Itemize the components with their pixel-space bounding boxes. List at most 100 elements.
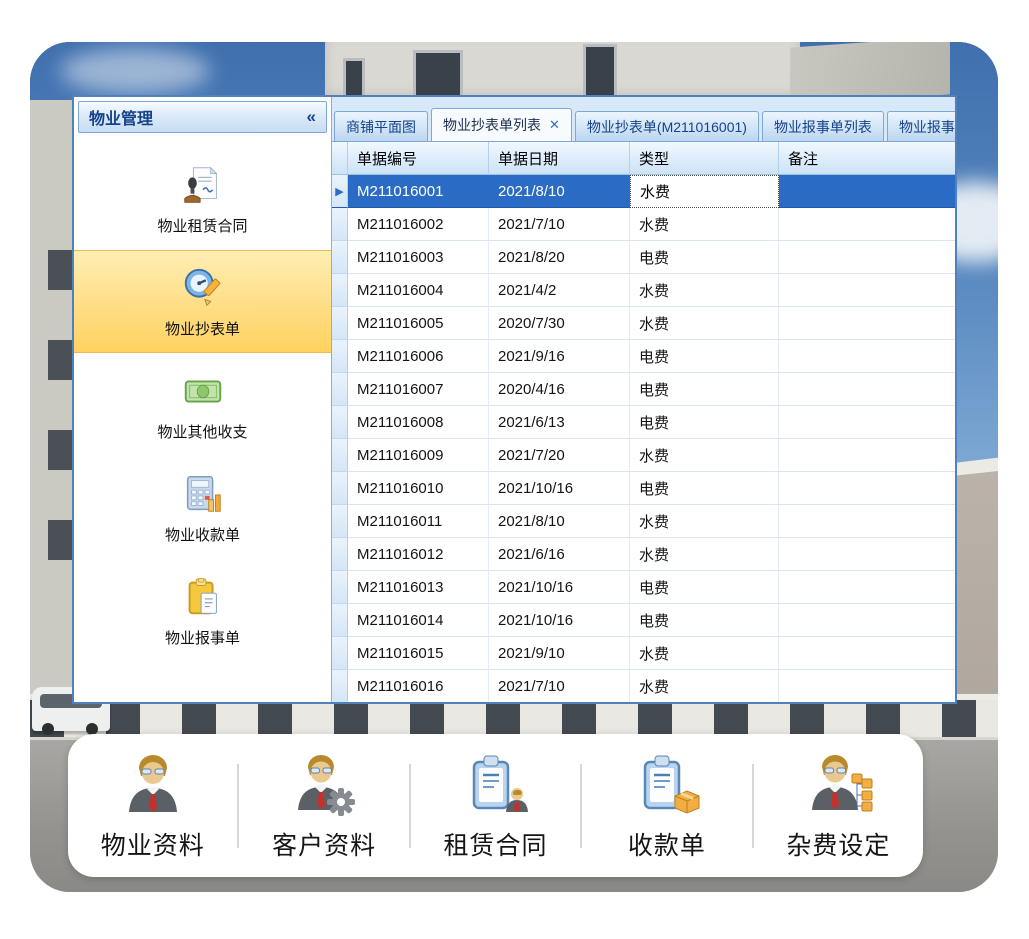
sidebar-item-2[interactable]: 物业抄表单: [74, 250, 331, 353]
cell-类型[interactable]: 水费: [630, 208, 779, 241]
table-row[interactable]: M2110160112021/8/10水费: [332, 505, 955, 538]
tab-1[interactable]: 商铺平面图: [334, 111, 428, 141]
cell-备注[interactable]: [779, 175, 955, 208]
cell-类型[interactable]: 水费: [630, 307, 779, 340]
cell-单据编号[interactable]: M211016010: [348, 472, 489, 505]
cell-类型[interactable]: 水费: [630, 538, 779, 571]
cell-单据编号[interactable]: M211016008: [348, 406, 489, 439]
cell-备注[interactable]: [779, 670, 955, 702]
cell-单据日期[interactable]: 2021/6/13: [489, 406, 630, 439]
cell-备注[interactable]: [779, 340, 955, 373]
toolbar-item-2[interactable]: 客户资料: [239, 734, 408, 877]
cell-类型[interactable]: 电费: [630, 472, 779, 505]
collapse-sidebar-button[interactable]: «: [307, 107, 316, 127]
cell-类型[interactable]: 电费: [630, 406, 779, 439]
cell-单据编号[interactable]: M211016007: [348, 373, 489, 406]
cell-单据日期[interactable]: 2021/10/16: [489, 472, 630, 505]
cell-单据编号[interactable]: M211016012: [348, 538, 489, 571]
cell-类型[interactable]: 电费: [630, 241, 779, 274]
cell-备注[interactable]: [779, 505, 955, 538]
column-header-3[interactable]: 类型: [630, 142, 779, 175]
toolbar-item-5[interactable]: 杂费设定: [754, 734, 923, 877]
cell-单据编号[interactable]: M211016015: [348, 637, 489, 670]
cell-单据编号[interactable]: M211016003: [348, 241, 489, 274]
toolbar-item-4[interactable]: 收款单: [582, 734, 751, 877]
cell-单据日期[interactable]: 2021/7/10: [489, 208, 630, 241]
cell-单据日期[interactable]: 2020/7/30: [489, 307, 630, 340]
cell-类型[interactable]: 水费: [630, 439, 779, 472]
cell-单据日期[interactable]: 2021/7/20: [489, 439, 630, 472]
cell-类型[interactable]: 水费: [630, 670, 779, 702]
cell-备注[interactable]: [779, 571, 955, 604]
table-row[interactable]: M2110160042021/4/2水费: [332, 274, 955, 307]
column-header-1[interactable]: 单据编号: [348, 142, 489, 175]
cell-备注[interactable]: [779, 538, 955, 571]
tab-5[interactable]: 物业报事单(E21: [887, 111, 955, 141]
table-row[interactable]: M2110160162021/7/10水费: [332, 670, 955, 702]
cell-类型[interactable]: 电费: [630, 571, 779, 604]
tab-2[interactable]: 物业抄表单列表✕: [431, 108, 572, 141]
cell-类型[interactable]: 水费: [630, 175, 779, 208]
table-row[interactable]: M2110160082021/6/13电费: [332, 406, 955, 439]
sidebar-item-5[interactable]: 物业报事单: [74, 559, 331, 662]
cell-类型[interactable]: 电费: [630, 340, 779, 373]
table-row[interactable]: M2110160152021/9/10水费: [332, 637, 955, 670]
tab-4[interactable]: 物业报事单列表: [762, 111, 884, 141]
cell-单据编号[interactable]: M211016011: [348, 505, 489, 538]
cell-单据编号[interactable]: M211016004: [348, 274, 489, 307]
table-row[interactable]: M2110160052020/7/30水费: [332, 307, 955, 340]
cell-单据日期[interactable]: 2020/4/16: [489, 373, 630, 406]
cell-单据日期[interactable]: 2021/8/20: [489, 241, 630, 274]
table-row[interactable]: M2110160102021/10/16电费: [332, 472, 955, 505]
toolbar-item-3[interactable]: 租赁合同: [411, 734, 580, 877]
toolbar-item-1[interactable]: 物业资料: [68, 734, 237, 877]
cell-单据日期[interactable]: 2021/7/10: [489, 670, 630, 702]
cell-单据日期[interactable]: 2021/8/10: [489, 505, 630, 538]
cell-单据日期[interactable]: 2021/8/10: [489, 175, 630, 208]
table-row[interactable]: M2110160062021/9/16电费: [332, 340, 955, 373]
column-header-4[interactable]: 备注: [779, 142, 955, 175]
cell-备注[interactable]: [779, 637, 955, 670]
cell-备注[interactable]: [779, 472, 955, 505]
cell-类型[interactable]: 水费: [630, 637, 779, 670]
cell-类型[interactable]: 电费: [630, 373, 779, 406]
cell-备注[interactable]: [779, 439, 955, 472]
cell-类型[interactable]: 水费: [630, 505, 779, 538]
table-row[interactable]: M2110160122021/6/16水费: [332, 538, 955, 571]
sidebar-item-1[interactable]: 物业租赁合同: [74, 147, 331, 250]
cell-单据编号[interactable]: M211016002: [348, 208, 489, 241]
cell-单据日期[interactable]: 2021/10/16: [489, 571, 630, 604]
column-header-2[interactable]: 单据日期: [489, 142, 630, 175]
cell-备注[interactable]: [779, 604, 955, 637]
table-row[interactable]: M2110160092021/7/20水费: [332, 439, 955, 472]
tab-3[interactable]: 物业抄表单(M211016001): [575, 111, 759, 141]
cell-备注[interactable]: [779, 208, 955, 241]
cell-单据日期[interactable]: 2021/4/2: [489, 274, 630, 307]
sidebar-item-3[interactable]: 物业其他收支: [74, 353, 331, 456]
table-row[interactable]: M2110160032021/8/20电费: [332, 241, 955, 274]
cell-备注[interactable]: [779, 241, 955, 274]
cell-类型[interactable]: 水费: [630, 274, 779, 307]
table-row[interactable]: M2110160142021/10/16电费: [332, 604, 955, 637]
cell-备注[interactable]: [779, 274, 955, 307]
cell-单据日期[interactable]: 2021/9/16: [489, 340, 630, 373]
cell-单据日期[interactable]: 2021/10/16: [489, 604, 630, 637]
cell-单据日期[interactable]: 2021/9/10: [489, 637, 630, 670]
cell-单据日期[interactable]: 2021/6/16: [489, 538, 630, 571]
table-row[interactable]: M2110160072020/4/16电费: [332, 373, 955, 406]
cell-单据编号[interactable]: M211016014: [348, 604, 489, 637]
cell-单据编号[interactable]: M211016013: [348, 571, 489, 604]
cell-单据编号[interactable]: M211016009: [348, 439, 489, 472]
cell-单据编号[interactable]: M211016001: [348, 175, 489, 208]
table-row[interactable]: ▶M2110160012021/8/10水费: [332, 175, 955, 208]
table-row[interactable]: M2110160022021/7/10水费: [332, 208, 955, 241]
cell-单据编号[interactable]: M211016006: [348, 340, 489, 373]
cell-类型[interactable]: 电费: [630, 604, 779, 637]
cell-单据编号[interactable]: M211016016: [348, 670, 489, 702]
sidebar-item-4[interactable]: 物业收款单: [74, 456, 331, 559]
table-row[interactable]: M2110160132021/10/16电费: [332, 571, 955, 604]
cell-备注[interactable]: [779, 406, 955, 439]
cell-备注[interactable]: [779, 373, 955, 406]
cell-单据编号[interactable]: M211016005: [348, 307, 489, 340]
cell-备注[interactable]: [779, 307, 955, 340]
